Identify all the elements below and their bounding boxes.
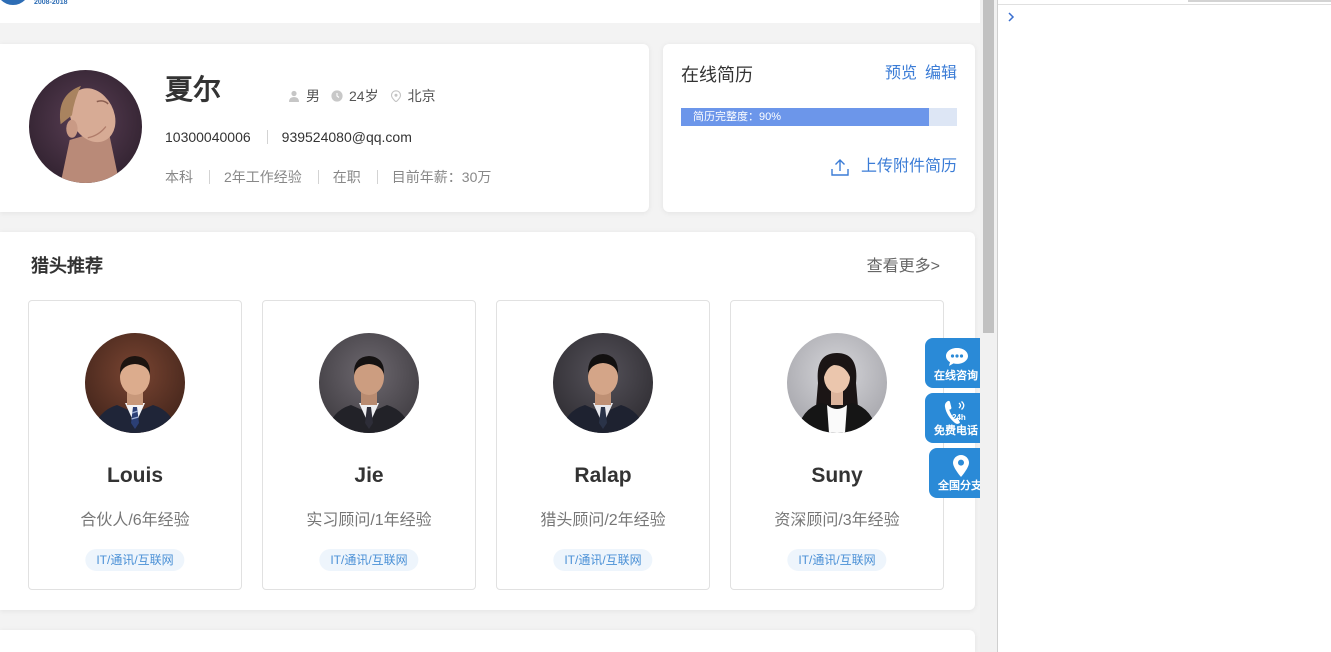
headhunter-name: Suny (811, 464, 863, 487)
education-value: 本科 (165, 169, 193, 185)
site-logo[interactable]: 2008-2018 (0, 0, 80, 10)
divider (266, 130, 268, 144)
resume-card: 在线简历 预览 编辑 简历完整度：90% 上传附件简历 (663, 44, 975, 212)
headhunter-role: 资深顾问/3年经验 (774, 512, 900, 529)
branches-label: 全国分支 (938, 480, 980, 492)
devtools-panel (997, 0, 1331, 652)
headhunter-name: Ralap (574, 464, 632, 487)
divider (376, 170, 378, 184)
profile-avatar (29, 70, 142, 183)
headhunter-photo (319, 333, 419, 433)
current-salary: 目前年薪：30万 (391, 169, 492, 185)
headhunter-role: 猎头顾问/2年经验 (540, 512, 666, 529)
view-more-link[interactable]: 查看更多> (867, 256, 940, 278)
logo-years: 2008-2018 (34, 0, 68, 6)
gender-value: 男 (306, 88, 320, 104)
next-section-card (0, 630, 975, 652)
city-info: 北京 (390, 86, 436, 106)
industry-tag: IT/通讯/互联网 (553, 549, 653, 571)
main-page: 2008-2018 夏尔 男 24岁 北京 10300040006 939524… (0, 0, 980, 652)
free-call-label: 免费电话 (934, 425, 978, 437)
divider (209, 170, 210, 184)
experience-value: 2年工作经验 (224, 169, 302, 185)
email-address: 939524080@qq.com (281, 129, 412, 145)
upload-icon (831, 159, 849, 176)
industry-tag: IT/通讯/互联网 (787, 549, 887, 571)
headhunter-avatar (85, 333, 185, 433)
location-pin-icon (953, 455, 969, 477)
headhunter-photo (85, 333, 185, 433)
headhunter-card[interactable]: Suny 资深顾问/3年经验 IT/通讯/互联网 (730, 300, 944, 590)
headhunter-card[interactable]: Jie 实习顾问/1年经验 IT/通讯/互联网 (262, 300, 476, 590)
logo-emblem-icon (0, 0, 30, 5)
headhunter-card[interactable]: Louis 合伙人/6年经验 IT/通讯/互联网 (28, 300, 242, 590)
user-icon (289, 90, 299, 102)
headhunter-photo (553, 333, 653, 433)
headhunter-role: 实习顾问/1年经验 (306, 512, 432, 529)
profile-card: 夏尔 男 24岁 北京 10300040006 939524080@qq.com… (0, 44, 649, 212)
profile-photo (29, 70, 142, 183)
profile-name: 夏尔 (165, 74, 222, 105)
preview-link[interactable]: 预览 (885, 63, 917, 85)
clock-icon (331, 90, 343, 102)
age-value: 24岁 (349, 88, 379, 104)
branches-button[interactable]: 全国分支 (929, 448, 980, 498)
profile-details: 本科 2年工作经验 在职 目前年薪：30万 (165, 168, 491, 186)
upload-resume-button[interactable]: 上传附件简历 (831, 156, 957, 178)
devtools-divider (998, 4, 1331, 5)
divider (317, 170, 319, 184)
online-consult-label: 在线咨询 (934, 370, 978, 382)
site-header: 2008-2018 (0, 0, 980, 23)
headhunter-avatar (553, 333, 653, 433)
console-prompt-icon (1008, 12, 1015, 22)
industry-tag: IT/通讯/互联网 (319, 549, 419, 571)
gender-info: 男 (288, 86, 320, 106)
headhunter-card[interactable]: Ralap 猎头顾问/2年经验 IT/通讯/互联网 (496, 300, 710, 590)
headhunter-avatar (319, 333, 419, 433)
employment-status: 在职 (332, 169, 361, 185)
location-pin-icon (390, 90, 401, 102)
headhunter-role: 合伙人/6年经验 (80, 512, 190, 529)
headhunter-name: Louis (107, 464, 163, 487)
scrollbar-thumb[interactable] (983, 0, 994, 333)
resume-actions: 预览 编辑 (885, 63, 957, 85)
city-value: 北京 (407, 88, 436, 104)
headhunter-avatar (787, 333, 887, 433)
headhunter-name: Jie (354, 464, 384, 487)
devtools-tab-indicator (1188, 0, 1331, 2)
section-title: 猎头推荐 (31, 256, 103, 276)
resume-progress-bar: 简历完整度：90% (681, 108, 957, 126)
headhunter-section: 猎头推荐 查看更多> Louis 合伙人/6年经验 IT/通讯/互联网 Jie … (0, 232, 975, 610)
industry-tag: IT/通讯/互联网 (85, 549, 185, 571)
chat-icon (946, 348, 968, 366)
24h-badge: 24h (952, 413, 966, 422)
age-info: 24岁 (331, 86, 379, 106)
resume-progress-label: 简历完整度：90% (693, 111, 782, 123)
resume-title: 在线简历 (681, 65, 753, 85)
edit-link[interactable]: 编辑 (925, 63, 957, 85)
phone-number: 10300040006 (165, 129, 251, 145)
profile-contact: 10300040006 939524080@qq.com (165, 128, 412, 146)
console-input[interactable] (998, 6, 1331, 26)
upload-resume-label: 上传附件简历 (860, 158, 957, 175)
page-scrollbar[interactable] (980, 0, 997, 652)
profile-meta: 男 24岁 北京 (288, 87, 447, 105)
headhunter-photo (787, 333, 887, 433)
online-consult-button[interactable]: 在线咨询 (925, 338, 980, 388)
free-call-button[interactable]: 24h 免费电话 (925, 393, 980, 443)
